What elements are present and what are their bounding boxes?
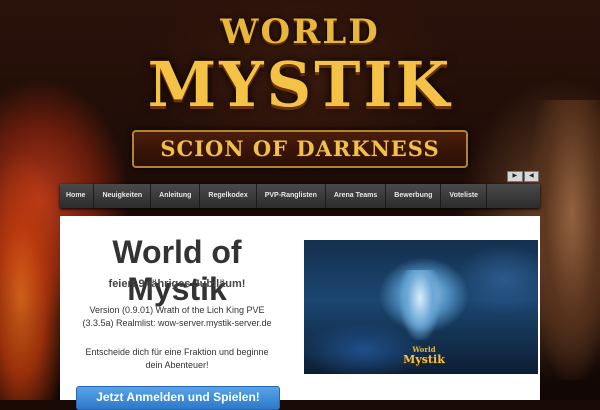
nav-item-vote-list[interactable]: Voteliste [441, 184, 488, 208]
logo-subtitle: SCION OF DARKNESS [160, 136, 440, 161]
artwork-logo: World Mystik [394, 346, 454, 366]
nav-item-home[interactable]: Home [60, 184, 95, 208]
main-navigation: Home Neuigkeiten Anleitung Regelkodex PV… [60, 184, 540, 208]
play-icon[interactable]: ▶ [507, 171, 523, 182]
realmlist-line: (3.3.5a) Realmlist: wow-server.mystik-se… [82, 318, 272, 328]
cta-line: Entscheide dich für eine Fraktion und be… [85, 347, 269, 357]
nav-item-pvp-rankings[interactable]: PVP-Ranglisten [257, 184, 326, 208]
lich-king-artwork: World Mystik [304, 240, 538, 374]
nav-item-news[interactable]: Neuigkeiten [94, 184, 152, 208]
cta-line: dein Abenteuer! [145, 360, 209, 370]
nav-item-rules[interactable]: Regelkodex [200, 184, 257, 208]
version-info: Version (0.9.01) Wrath of the Lich King … [68, 304, 286, 330]
logo-world-text: WORLD [220, 12, 380, 52]
nav-item-application[interactable]: Bewerbung [386, 184, 442, 208]
page-subtitle: feiert 9-jähriges Jubiläum! [108, 278, 246, 290]
mute-icon[interactable]: ◀ [523, 171, 539, 182]
version-line: Version (0.9.01) Wrath of the Lich King … [89, 305, 265, 315]
call-to-action-text: Entscheide dich für eine Fraktion und be… [68, 346, 286, 372]
background-warrior-art [530, 100, 600, 380]
logo-mystik-text: MYSTIK [147, 48, 453, 121]
artwork-figure [400, 270, 440, 340]
media-controls: ▶ ◀ [507, 171, 539, 182]
nav-item-arena-teams[interactable]: Arena Teams [326, 184, 387, 208]
page-title: World of Mystik [112, 234, 242, 307]
logo-banner: SCION OF DARKNESS [132, 130, 468, 168]
content-panel: World of Mystik feiert 9-jähriges Jubilä… [60, 216, 540, 410]
site-logo[interactable]: WORLD MYSTIK SCION OF DARKNESS [100, 6, 500, 168]
artwork-logo-mystik: Mystik [403, 353, 445, 366]
nav-item-guide[interactable]: Anleitung [151, 184, 201, 208]
register-play-button[interactable]: Jetzt Anmelden und Spielen! [76, 386, 280, 410]
